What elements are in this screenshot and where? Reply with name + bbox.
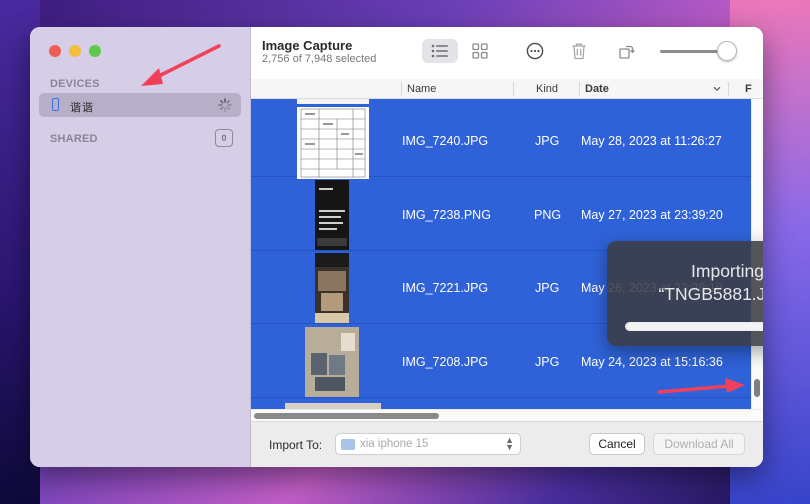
horizontal-scrollbar-thumb[interactable] [254,413,439,419]
cancel-button[interactable]: Cancel [589,433,645,455]
list-view-button[interactable] [422,39,458,63]
rotate-button[interactable] [616,39,638,63]
main-pane: Image Capture 2,756 of 7,948 selected Na… [251,27,763,467]
thumbnail-image [305,327,359,397]
folder-icon [341,439,355,450]
file-kind: JPG [535,281,560,295]
column-header-date[interactable]: Date [585,83,609,95]
thumbnail-image [315,180,349,250]
hud-line-2: “TNGB5881.JPG” [658,284,763,304]
close-button[interactable] [49,45,61,57]
import-progress-fill [626,323,763,330]
file-date: May 24, 2023 at 15:16:36 [581,355,723,369]
thumbnail-image [315,253,349,323]
column-header-extra[interactable]: F [745,83,752,95]
window-controls [49,45,101,57]
footer-bar: Import To: xia iphone 15 ▲ ▼ Cancel Downl… [251,421,763,467]
column-separator [401,82,402,96]
vertical-scrollbar-thumb[interactable] [754,379,760,397]
grid-view-icon [472,43,488,59]
file-name: IMG_7208.JPG [402,355,489,369]
sidebar-item-device[interactable]: 谐谐 [39,93,241,117]
column-header-kind[interactable]: Kind [536,83,558,95]
thumbnail-size-slider-knob[interactable] [717,41,737,61]
annotation-arrow-icon [141,44,221,86]
delete-button[interactable] [568,39,590,63]
horizontal-scrollbar[interactable] [251,409,763,421]
import-progress-bar [625,322,763,331]
toolbar: Image Capture 2,756 of 7,948 selected [251,27,763,79]
file-kind: JPG [535,134,560,148]
devices-heading: DEVICES [50,78,100,90]
column-header-name[interactable]: Name [407,83,436,95]
import-destination-select[interactable]: xia iphone 15 ▲ ▼ [335,433,521,455]
sidebar: DEVICES 谐谐 SHARED 0 [30,27,251,467]
grid-view-button[interactable] [466,39,494,63]
shared-heading: SHARED [50,133,98,145]
column-separator [513,82,514,96]
list-view-icon [431,44,448,58]
column-header-row: Name Kind Date F [251,79,763,99]
ellipsis-circle-icon [526,42,544,60]
table-row[interactable]: IMG_7240.JPG JPG May 28, 2023 at 11:26:2… [251,104,751,179]
device-name: 谐谐 [70,102,94,114]
rotate-icon [619,45,635,59]
shared-count-badge: 0 [215,129,233,147]
image-capture-window: DEVICES 谐谐 SHARED 0 Image Capture 2,756 … [30,27,763,467]
file-kind: PNG [534,208,562,222]
column-separator [728,82,729,96]
import-destination-value: xia iphone 15 [360,438,429,450]
import-to-label: Import To: [269,438,323,452]
file-kind: JPG [535,355,560,369]
zoom-button[interactable] [89,45,101,57]
file-name: IMG_7221.JPG [402,281,489,295]
sort-chevron-down-icon [713,86,721,92]
annotation-arrow-icon [657,378,745,394]
thumbnail-image [297,107,369,179]
more-actions-button[interactable] [523,39,547,63]
file-name: IMG_7240.JPG [402,134,489,148]
selection-count: 2,756 of 7,948 selected [262,53,377,65]
minimize-button[interactable] [69,45,81,57]
loading-spinner-icon [218,98,232,112]
column-separator [579,82,580,96]
hud-line-1: Importing [691,261,763,281]
hud-message: Importing “TNGB5881.JPG” [607,260,763,306]
download-all-button[interactable]: Download All [653,433,745,455]
window-title: Image Capture [262,38,353,53]
iphone-icon [52,98,59,111]
file-date: May 28, 2023 at 11:26:27 [581,134,722,148]
file-date: May 27, 2023 at 23:39:20 [581,208,723,222]
trash-icon [572,43,586,60]
select-arrows-icon: ▲ ▼ [505,435,514,452]
file-name: IMG_7238.PNG [402,208,491,222]
import-progress-hud: Importing “TNGB5881.JPG” [607,241,763,346]
